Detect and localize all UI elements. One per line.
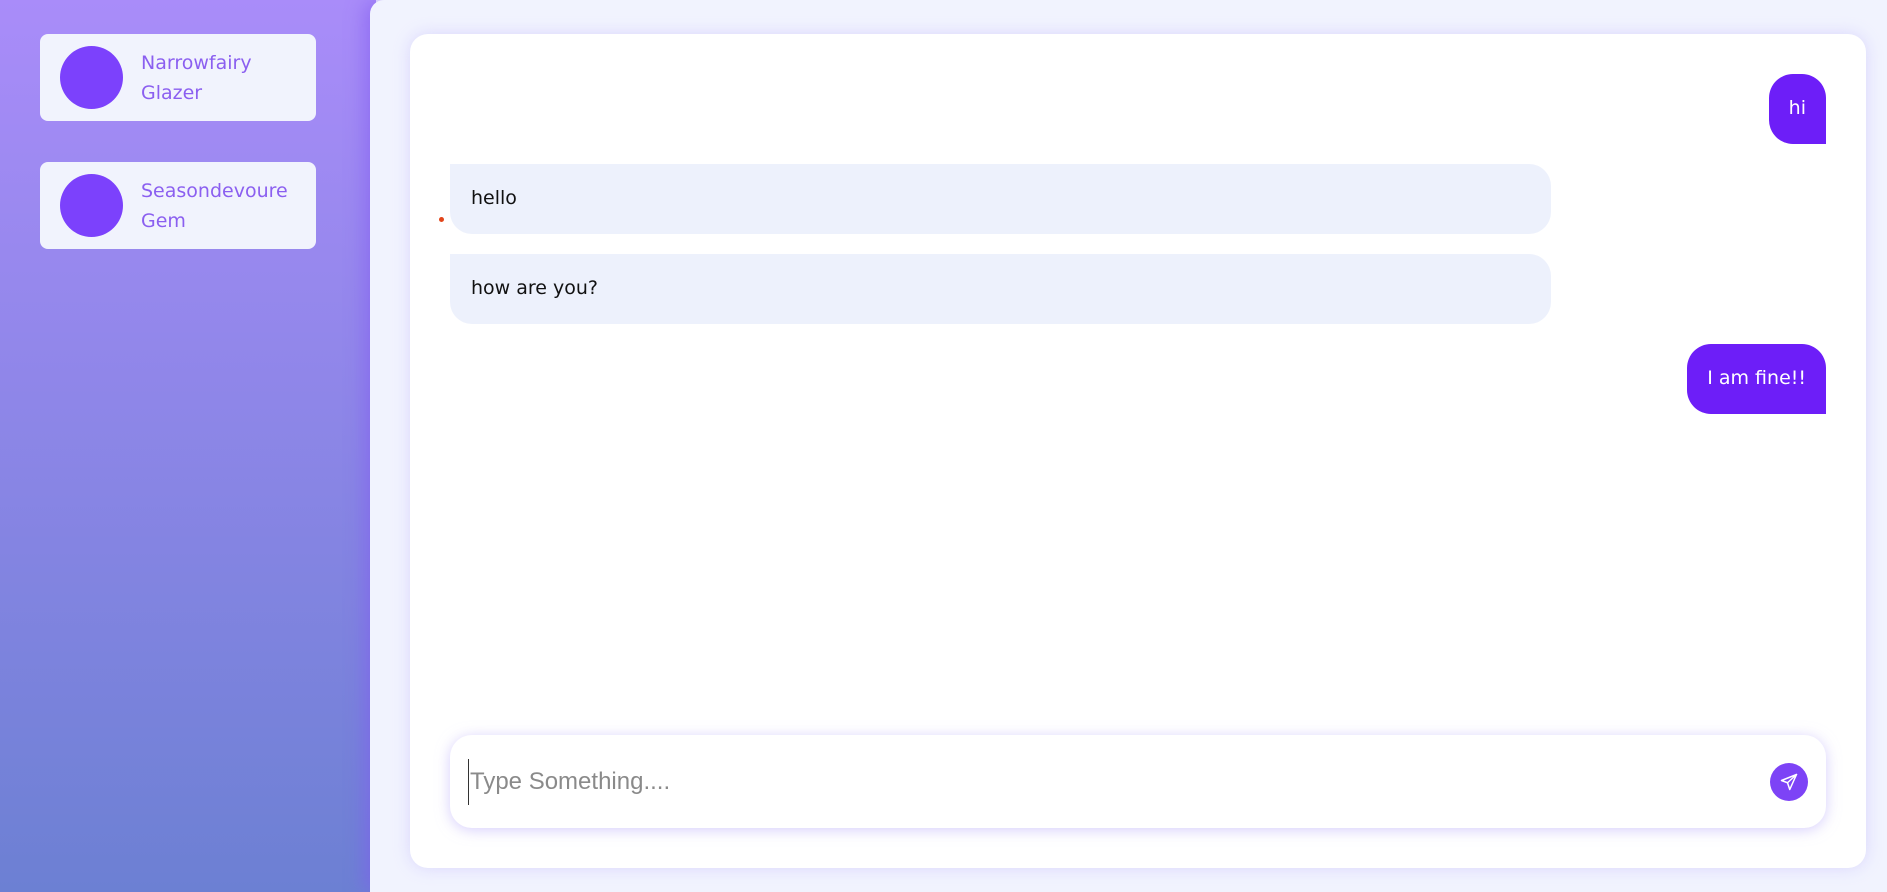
contact-item[interactable]: Narrowfairy Glazer	[40, 34, 316, 121]
message-bubble-outgoing: I am fine!!	[1687, 344, 1826, 414]
contact-name: Narrowfairy Glazer	[141, 52, 252, 104]
paper-plane-icon	[1780, 773, 1798, 791]
sidebar: Narrowfairy Glazer Seasondevoure Gem	[0, 0, 376, 892]
message-bubble-incoming: hello	[450, 164, 1551, 234]
contact-avatar	[60, 46, 123, 109]
message-bubble-outgoing: hi	[1768, 74, 1826, 144]
message-composer	[450, 735, 1826, 828]
send-button[interactable]	[1770, 763, 1808, 801]
message-bubble-incoming: how are you?	[450, 254, 1551, 324]
contact-avatar	[60, 174, 123, 237]
unread-indicator	[439, 217, 444, 222]
contact-item[interactable]: Seasondevoure Gem	[40, 162, 316, 249]
message-input[interactable]	[468, 759, 1752, 805]
contact-name: Seasondevoure Gem	[141, 180, 288, 232]
